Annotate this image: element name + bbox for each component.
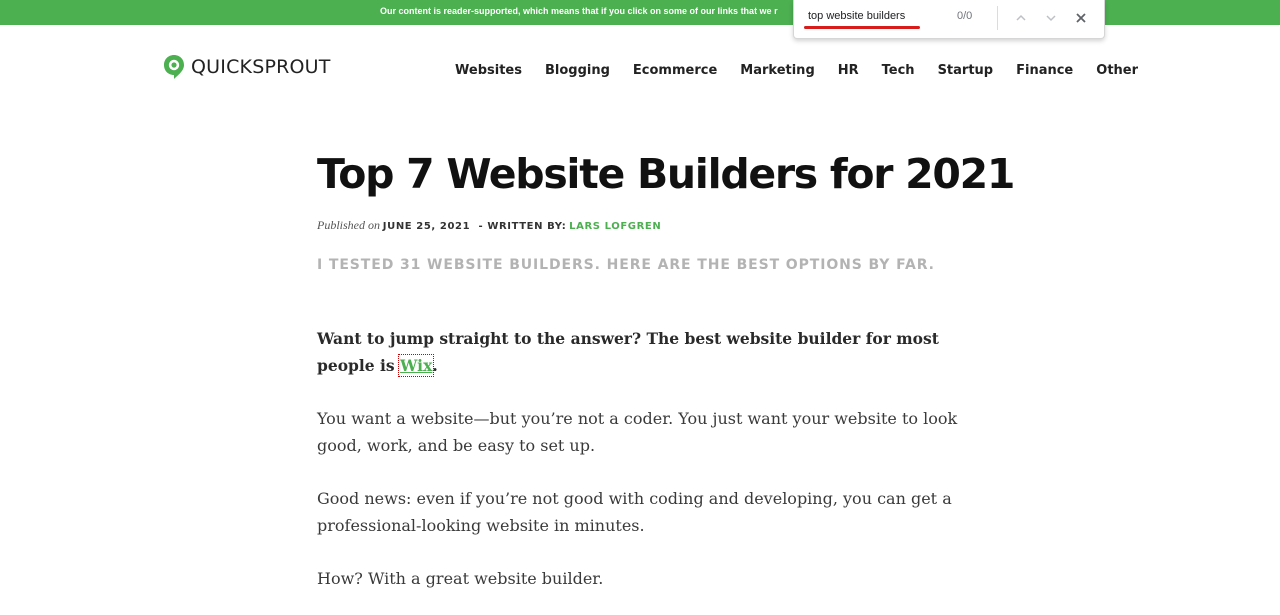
find-match-count: 0/0 [957, 10, 973, 22]
article-byline: Published on JUNE 25, 2021 - WRITTEN BY:… [317, 218, 661, 233]
banner-text: Our content is reader-supported, which m… [380, 6, 778, 16]
published-label: Published on [317, 218, 380, 232]
intro-paragraph: Want to jump straight to the answer? The… [317, 325, 967, 379]
nav-item-finance[interactable]: Finance [1016, 63, 1073, 78]
nav-item-ecommerce[interactable]: Ecommerce [633, 63, 717, 78]
nav-item-websites[interactable]: Websites [455, 63, 522, 78]
nav-item-hr[interactable]: HR [838, 63, 859, 78]
find-next-button[interactable] [1039, 6, 1063, 30]
publish-date: JUNE 25, 2021 [382, 221, 471, 232]
nav-item-tech[interactable]: Tech [882, 63, 915, 78]
nav-item-marketing[interactable]: Marketing [740, 63, 814, 78]
wix-link[interactable]: Wix [398, 354, 435, 377]
paragraph-1: You want a website—but you’re not a code… [317, 409, 958, 455]
article-subtitle: I TESTED 31 WEBSITE BUILDERS. HERE ARE T… [317, 257, 935, 273]
main-navigation: Websites Blogging Ecommerce Marketing HR… [455, 63, 1161, 78]
paragraph-2: Good news: even if you’re not good with … [317, 489, 952, 535]
nav-item-blogging[interactable]: Blogging [545, 63, 610, 78]
find-input-underline [804, 26, 920, 29]
chevron-down-icon [1046, 15, 1056, 22]
nav-item-other[interactable]: Other [1096, 63, 1138, 78]
find-separator [997, 6, 998, 30]
paragraph-3: How? With a great website builder. [317, 569, 604, 588]
quicksprout-logo-icon [164, 55, 184, 79]
page-title: Top 7 Website Builders for 2021 [317, 150, 1015, 198]
find-input[interactable] [804, 5, 944, 27]
intro-period: . [432, 356, 438, 375]
logo-text: QUICKSPROUT [191, 56, 331, 78]
site-logo[interactable]: QUICKSPROUT [163, 54, 331, 80]
written-by-label: - WRITTEN BY: [478, 221, 567, 232]
find-in-page-bar: 0/0 [793, 0, 1105, 39]
chevron-up-icon [1016, 14, 1026, 21]
nav-item-startup[interactable]: Startup [938, 63, 994, 78]
find-close-button[interactable] [1069, 6, 1093, 30]
find-previous-button[interactable] [1009, 6, 1033, 30]
close-icon [1076, 13, 1086, 23]
author-link[interactable]: LARS LOFGREN [569, 221, 661, 232]
